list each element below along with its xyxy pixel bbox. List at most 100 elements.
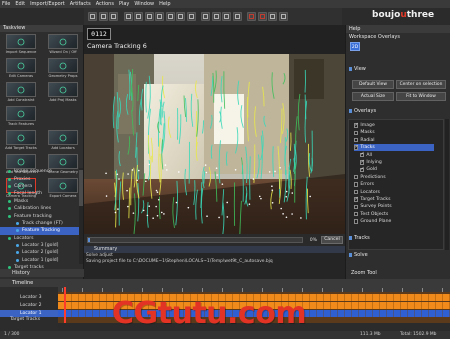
tree-item[interactable]: Locator 1 [gold] [0,257,83,264]
menu-item-import-export[interactable]: Import/Export [30,1,65,7]
overlay-item[interactable]: Target Tracks [354,196,434,203]
task-track-features[interactable]: Track Features [0,105,42,129]
overlay-checkbox[interactable] [354,144,359,150]
overlay-checkbox[interactable] [354,196,359,202]
menu-item-edit[interactable]: Edit [15,1,25,7]
tree-item[interactable]: Proxies [0,175,83,182]
tree-item[interactable]: Locator 2 [gold] [0,249,83,256]
tree-item[interactable]: Calibration lines [0,205,83,212]
overlay-item[interactable]: Locators [354,189,434,196]
first-frame-button[interactable] [123,12,133,21]
cancel-button[interactable]: Cancel [321,236,343,244]
tracks-section-header[interactable]: Tracks [348,234,448,242]
overlay-item[interactable]: Survey Points [354,203,434,210]
zoom-button[interactable] [232,12,242,21]
menu-item-window[interactable]: Window [134,1,154,7]
tree-item[interactable]: Camera [0,183,83,190]
task-add-target-tracks[interactable]: Add Target Tracks [0,129,42,153]
overlay-checkbox[interactable] [354,204,359,210]
overlays-section-header[interactable]: Overlays [348,107,448,115]
menu-item-artifacts[interactable]: Artifacts [70,1,91,7]
overlay-item[interactable]: Tracks [354,144,434,152]
settings-button[interactable] [268,12,277,21]
timeline-row-label[interactable]: Locator 2 [0,302,58,309]
task-geometry-props[interactable]: Geometry Props [42,57,84,81]
marker-button[interactable] [247,12,256,21]
flag-button[interactable] [257,12,267,21]
overlay-item[interactable]: Image [354,122,434,129]
prev-frame-button[interactable] [144,12,154,21]
overlay-checkbox[interactable] [360,166,365,173]
menu-item-file[interactable]: File [2,1,10,7]
next-key-button[interactable] [176,12,185,21]
tree-item[interactable]: Focal length [0,190,83,197]
overlay-checkbox[interactable] [360,151,365,158]
task-add-locators[interactable]: Add Locators [42,129,84,153]
next-frame-button[interactable] [165,12,175,21]
select-button[interactable] [211,12,221,21]
overlay-item[interactable]: Radial [354,137,434,144]
overlay-checkbox[interactable] [354,130,359,136]
timeline-target-tracks[interactable]: Target Tracks [0,316,58,323]
center-on-selection-button[interactable]: Center on selection [396,80,446,89]
task-add-constraint[interactable]: Add Constraint [0,81,42,105]
prev-key-button[interactable] [134,12,143,21]
overlay-item[interactable]: Gold [360,166,434,173]
tree-item[interactable]: Track change (FT) [0,220,83,227]
tree-item[interactable]: Feature Tracking [0,227,83,235]
help-button[interactable] [278,12,288,21]
open-button[interactable] [98,12,108,21]
overlay-item[interactable]: All [360,151,434,159]
fit-to-window-button[interactable]: Fit to Window [396,92,446,101]
overlay-item[interactable]: Errors [354,181,434,188]
solve-section-header[interactable]: Solve [348,251,448,259]
overlay-checkbox[interactable] [360,159,365,165]
task-add-proj-masks[interactable]: Add Proj Masks [42,81,84,105]
help-tab[interactable]: Help [346,25,450,33]
loop-button[interactable] [201,12,210,21]
overlay-checkbox[interactable] [354,219,359,224]
task-import-sequence[interactable]: Import Sequence [0,33,42,57]
task-edit-cameras[interactable]: Edit Cameras [0,57,42,81]
save-button[interactable] [109,12,118,21]
overlay-checkbox[interactable] [354,122,359,128]
overlays-scrollbar[interactable] [445,119,449,250]
tree-item[interactable]: Locator 3 [gold] [0,242,83,249]
default-view-button[interactable]: Default View [352,80,394,89]
overlay-item[interactable]: Inlying [360,159,434,166]
menu-item-help[interactable]: Help [159,1,170,7]
new-button[interactable] [88,12,97,21]
menu-item-play[interactable]: Play [119,1,129,7]
summary-header[interactable]: Summary [84,246,345,253]
task-wizard-on-off[interactable]: Wizard On / Off [42,33,84,57]
two-d-toggle[interactable]: 2D [350,42,360,51]
actual-size-button[interactable]: Actual Size [352,92,394,101]
move-button[interactable] [222,12,231,21]
tree-bullet-icon [16,251,19,255]
scrollbar-thumb[interactable] [79,170,83,206]
tree-item[interactable]: Feature tracking [0,212,83,219]
play-button[interactable] [155,12,164,21]
tree-item[interactable]: Masks [0,198,83,205]
overlay-item[interactable]: Predictions [354,174,434,181]
menu-item-actions[interactable]: Actions [96,1,114,7]
timeline-row-label[interactable]: Locator 3 [0,294,58,301]
timeline-playhead[interactable] [64,287,66,323]
overlay-item[interactable]: Masks [354,129,434,136]
last-frame-button[interactable] [186,12,196,21]
task-tree-scrollbar[interactable] [79,168,83,264]
tree-item[interactable]: Image sequence [0,168,83,175]
tree-item[interactable]: Locators [0,235,83,242]
timeline-ruler[interactable] [58,287,450,292]
overlay-item[interactable]: Ground Plane [354,218,434,225]
overlay-checkbox[interactable] [354,212,359,217]
overlay-item[interactable]: Test Objects [354,211,434,218]
overlay-checkbox[interactable] [354,182,359,187]
overlay-checkbox[interactable] [354,138,359,143]
overlay-checkbox[interactable] [354,175,359,180]
history-tab[interactable]: History [0,269,84,277]
overlay-checkbox[interactable] [354,189,359,195]
view-section-header[interactable]: View [348,65,448,73]
timeline-header[interactable]: Timeline [0,279,450,287]
tracked-image[interactable] [84,54,345,234]
